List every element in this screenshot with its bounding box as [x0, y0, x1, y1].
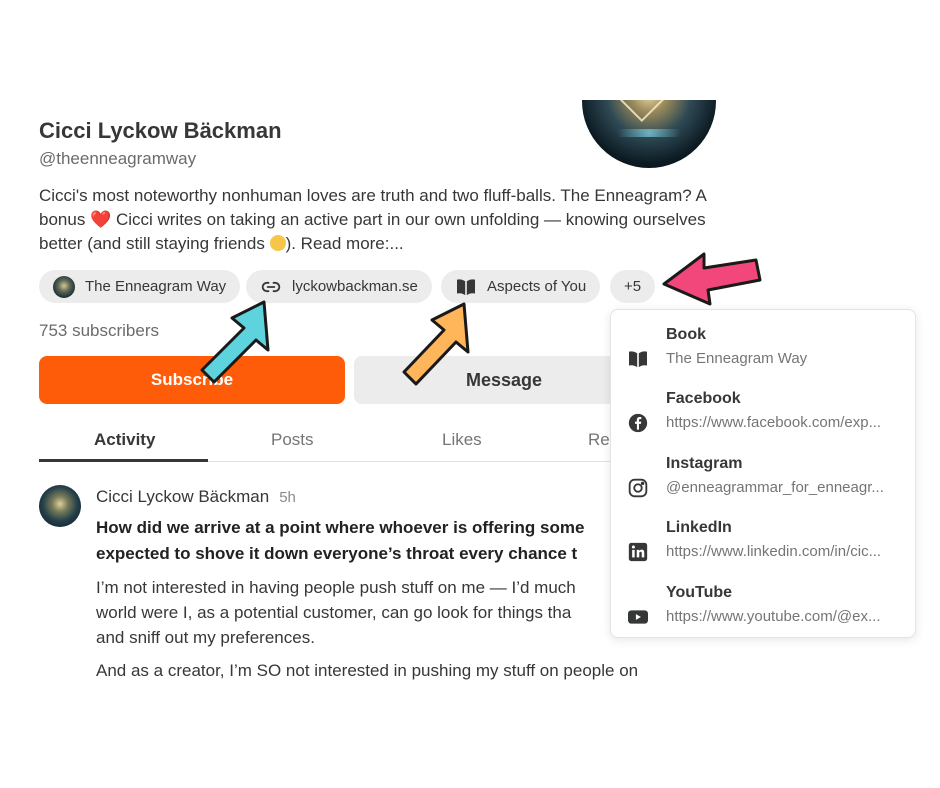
post-title[interactable]: How did we arrive at a point where whoev…: [96, 515, 696, 567]
profile-name: Cicci Lyckow Bäckman: [39, 118, 282, 143]
chip-more-label: +5: [624, 278, 642, 295]
linkedin-icon: [627, 541, 649, 563]
dropdown-item-subtitle: @enneagrammar_for_enneagr...: [666, 479, 884, 496]
dropdown-item-subtitle: https://www.youtube.com/@ex...: [666, 608, 881, 625]
post-timestamp: 5h: [279, 489, 296, 506]
orange-arrow-icon: [402, 302, 470, 386]
dropdown-item-instagram[interactable]: Instagram @enneagrammar_for_enneagr...: [611, 453, 917, 511]
youtube-icon: [627, 606, 649, 628]
post-paragraph: I’m not interested in having people push…: [96, 578, 576, 647]
chip-more[interactable]: +5: [610, 270, 656, 303]
subscribe-button[interactable]: Subscribe: [39, 356, 345, 404]
publication-avatar-icon: [53, 275, 75, 298]
avatar[interactable]: [39, 485, 81, 527]
heart-emoji: ❤️: [90, 210, 112, 229]
chip-label: The Enneagram Way: [85, 278, 227, 295]
dropdown-item-title: LinkedIn: [666, 519, 732, 536]
post-author: Cicci Lyckow Bäckman 5h: [96, 487, 296, 507]
subscriber-count: 753 subscribers: [39, 321, 160, 340]
link-icon: [260, 276, 282, 298]
dropdown-item-book[interactable]: Book The Enneagram Way: [611, 324, 917, 382]
dropdown-item-title: Book: [666, 326, 706, 343]
tab-reads[interactable]: Re: [588, 430, 610, 450]
dropdown-item-subtitle: The Enneagram Way: [666, 350, 808, 367]
more-links-dropdown: Book The Enneagram Way Facebook https://…: [610, 309, 916, 638]
profile-handle: @theenneagramway: [39, 149, 197, 168]
cyan-arrow-icon: [200, 300, 270, 384]
dropdown-item-title: Instagram: [666, 455, 743, 472]
pink-arrow-icon: [662, 252, 762, 306]
dropdown-item-linkedin[interactable]: LinkedIn https://www.linkedin.com/in/cic…: [611, 517, 917, 575]
tab-activity[interactable]: Activity: [94, 430, 155, 450]
book-icon: [627, 348, 649, 370]
wink-emoji-icon: [269, 235, 286, 251]
instagram-icon: [627, 477, 649, 499]
dropdown-item-youtube[interactable]: YouTube https://www.youtube.com/@ex...: [611, 582, 917, 640]
profile-tabs: Activity Posts Likes Re: [39, 420, 639, 462]
bio-read-more[interactable]: ). Read more:...: [286, 234, 404, 253]
facebook-icon: [627, 412, 649, 434]
profile-avatar: [582, 100, 716, 168]
dropdown-item-subtitle: https://www.linkedin.com/in/cic...: [666, 543, 882, 560]
dropdown-item-subtitle: https://www.facebook.com/exp...: [666, 414, 882, 431]
dropdown-item-title: Facebook: [666, 390, 741, 407]
canvas: Cicci Lyckow Bäckman @theenneagramway Ci…: [0, 0, 940, 788]
tab-posts[interactable]: Posts: [271, 430, 314, 450]
post-author-name[interactable]: Cicci Lyckow Bäckman: [96, 487, 269, 506]
dropdown-item-title: YouTube: [666, 584, 733, 601]
chip-label: Aspects of You: [487, 278, 587, 295]
chip-label: lyckowbackman.se: [292, 278, 418, 295]
profile-bio: Cicci's most noteworthy nonhuman loves a…: [39, 184, 719, 256]
tab-likes[interactable]: Likes: [442, 430, 482, 450]
active-tab-indicator: [39, 459, 208, 462]
dropdown-item-facebook[interactable]: Facebook https://www.facebook.com/exp...: [611, 388, 917, 446]
book-icon: [455, 276, 477, 298]
post-paragraph: And as a creator, I’m SO not interested …: [96, 661, 639, 680]
